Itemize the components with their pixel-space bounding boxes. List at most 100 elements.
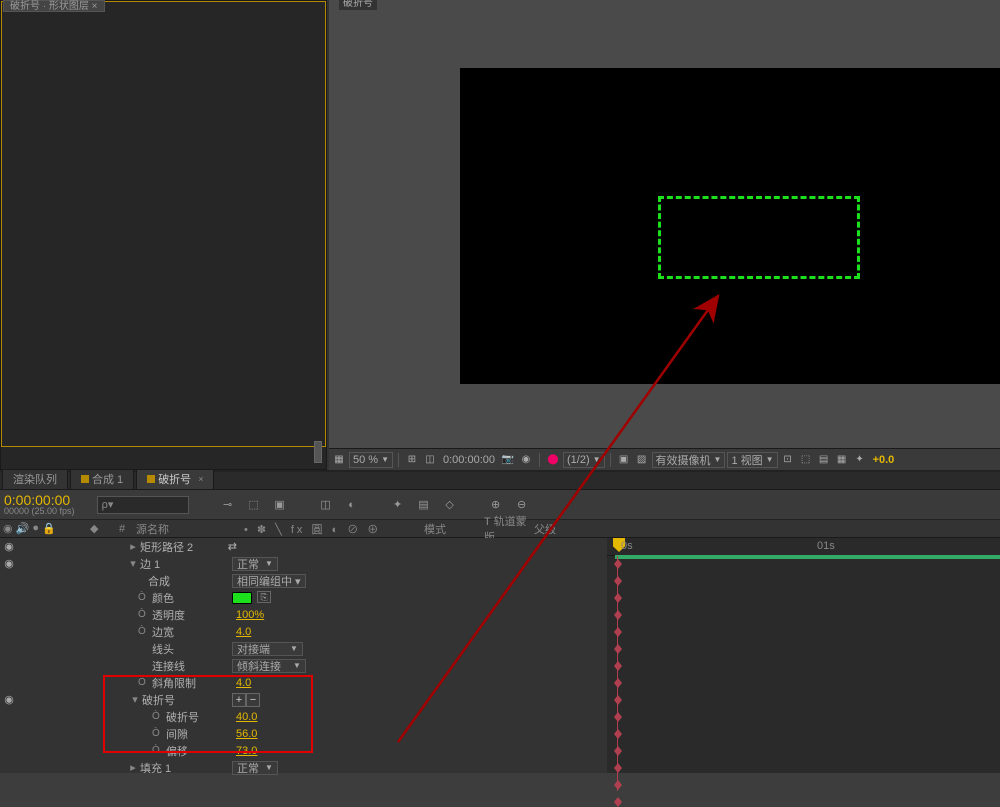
switches-column[interactable]: • ✽ ╲ fx 圓 ◐ ⊘ ⊕ bbox=[242, 521, 424, 537]
transparency-grid-icon[interactable]: ▨ bbox=[634, 452, 650, 468]
ruler-icon[interactable]: ⊞ bbox=[404, 452, 420, 468]
name-column[interactable]: 源名称 bbox=[132, 521, 242, 537]
dashed-stroke-shape[interactable] bbox=[658, 196, 860, 279]
keyframe-marker[interactable] bbox=[614, 780, 622, 790]
prop-stroke1[interactable]: ◉▾ 边 1 正常▼ bbox=[0, 555, 607, 572]
keyframe-marker[interactable] bbox=[614, 644, 622, 654]
flowchart-icon[interactable]: ▦ bbox=[834, 452, 850, 468]
audio-column-icon[interactable]: 🔊 bbox=[16, 522, 30, 535]
panel-resize-handle[interactable] bbox=[314, 441, 322, 463]
line-cap-dropdown[interactable]: 对接端▼ bbox=[232, 642, 303, 656]
search-input[interactable]: ρ▾ bbox=[97, 496, 189, 514]
timeline-icon[interactable]: ▤ bbox=[816, 452, 832, 468]
keyframe-marker[interactable] bbox=[614, 610, 622, 620]
composite-dropdown[interactable]: 相同编组中 ▾ bbox=[232, 574, 306, 588]
mode-column[interactable]: 模式 bbox=[424, 521, 484, 537]
prop-color[interactable]: Ò 颜色 ⎘ bbox=[0, 589, 607, 606]
prop-line-join[interactable]: 连接线 倾斜连接▼ bbox=[0, 657, 607, 674]
stopwatch-icon[interactable]: Ò bbox=[138, 609, 152, 620]
prop-line-cap[interactable]: 线头 对接端▼ bbox=[0, 640, 607, 657]
keyframe-marker[interactable] bbox=[614, 559, 622, 569]
work-area-bar[interactable] bbox=[615, 555, 1000, 559]
view-layout-dropdown[interactable]: 1 视图▼ bbox=[727, 452, 777, 468]
keyframe-marker[interactable] bbox=[614, 661, 622, 671]
keyframe-marker[interactable] bbox=[614, 593, 622, 603]
stopwatch-icon[interactable]: Ò bbox=[152, 745, 166, 756]
stopwatch-icon[interactable]: Ò bbox=[138, 626, 152, 637]
reset-exposure-icon[interactable]: ✦ bbox=[852, 452, 868, 468]
resolution-dropdown[interactable]: (1/2)▼ bbox=[563, 452, 605, 468]
mask-icon[interactable]: ◫ bbox=[422, 452, 438, 468]
camera-dropdown[interactable]: 有效摄像机▼ bbox=[652, 452, 726, 468]
number-column[interactable]: # bbox=[112, 523, 132, 535]
keyframe-marker[interactable] bbox=[614, 695, 622, 705]
exposure-value[interactable]: +0.0 bbox=[870, 454, 898, 466]
preview-timecode[interactable]: 0:00:00:00 bbox=[440, 454, 498, 466]
auto-keyframe-icon[interactable]: ◇ bbox=[441, 496, 459, 514]
pixel-aspect-icon[interactable]: ⊡ bbox=[780, 452, 796, 468]
graph-editor-icon[interactable]: ▤ bbox=[415, 496, 433, 514]
stroke-width-value[interactable]: 4.0 bbox=[236, 626, 251, 638]
effects-panel-tab[interactable]: 破折号 · 形状图层 × bbox=[3, 0, 105, 12]
stopwatch-icon[interactable]: Ò bbox=[138, 592, 152, 603]
keyframe-marker[interactable] bbox=[614, 763, 622, 773]
prop-offset[interactable]: Ò 偏移 73.0 bbox=[0, 742, 607, 759]
eyedropper-icon[interactable]: ⎘ bbox=[257, 591, 271, 603]
prop-opacity[interactable]: Ò 透明度 100% bbox=[0, 606, 607, 623]
expand-icon[interactable]: ⊕ bbox=[487, 496, 505, 514]
solo-column-icon[interactable]: ● bbox=[32, 522, 39, 535]
current-timecode[interactable]: 0:00:00:00 bbox=[4, 493, 75, 507]
zoom-dropdown[interactable]: 50 %▼ bbox=[349, 452, 393, 468]
dash-remove-button[interactable]: − bbox=[246, 693, 260, 707]
stopwatch-icon[interactable]: Ò bbox=[152, 711, 166, 722]
label-column-icon[interactable]: ◆ bbox=[90, 523, 98, 535]
keyframe-marker[interactable] bbox=[614, 627, 622, 637]
visibility-column-icon[interactable]: ◉ bbox=[3, 522, 13, 535]
region-icon[interactable]: ▣ bbox=[616, 452, 632, 468]
composition-tab[interactable]: 破折号 bbox=[339, 0, 377, 10]
prop-rect-path[interactable]: ◉▸ 矩形路径 2 ⇄ bbox=[0, 538, 607, 555]
prop-gap[interactable]: Ò 间隙 56.0 bbox=[0, 725, 607, 742]
prop-miter-limit[interactable]: Ò 斜角限制 4.0 bbox=[0, 674, 607, 691]
keyframe-marker[interactable] bbox=[614, 797, 622, 807]
keyframe-marker[interactable] bbox=[614, 712, 622, 722]
line-join-dropdown[interactable]: 倾斜连接▼ bbox=[232, 659, 306, 673]
stopwatch-icon[interactable]: Ò bbox=[152, 728, 166, 739]
composition-mini-flowchart-icon[interactable]: ⊸ bbox=[219, 496, 237, 514]
stopwatch-icon[interactable]: Ò bbox=[138, 677, 152, 688]
brainstorm-icon[interactable]: ✦ bbox=[389, 496, 407, 514]
keyframe-marker[interactable] bbox=[614, 576, 622, 586]
prop-composite[interactable]: 合成 相同编组中 ▾ bbox=[0, 572, 607, 589]
tab-comp1[interactable]: 合成 1 bbox=[70, 468, 134, 489]
show-snapshot-icon[interactable]: ◉ bbox=[518, 452, 534, 468]
color-channel-icon[interactable]: ⬤ bbox=[545, 452, 561, 468]
tab-active-comp[interactable]: 破折号× bbox=[136, 468, 214, 489]
prop-stroke-width[interactable]: Ò 边宽 4.0 bbox=[0, 623, 607, 640]
hide-shy-icon[interactable]: ▣ bbox=[271, 496, 289, 514]
prop-dash[interactable]: Ò 破折号 40.0 bbox=[0, 708, 607, 725]
grid-icon[interactable]: ▦ bbox=[331, 452, 347, 468]
stroke-mode-dropdown[interactable]: 正常▼ bbox=[232, 557, 278, 571]
dash-value[interactable]: 40.0 bbox=[236, 711, 257, 723]
opacity-value[interactable]: 100% bbox=[236, 609, 264, 621]
miter-limit-value[interactable]: 4.0 bbox=[236, 677, 251, 689]
lock-column-icon[interactable]: 🔒 bbox=[42, 522, 56, 535]
draft3d-icon[interactable]: ⬚ bbox=[245, 496, 263, 514]
timeline-tracks[interactable]: 0s 01s 02s /*rows background*/ bbox=[607, 538, 1000, 773]
frame-blend-icon[interactable]: ◫ bbox=[317, 496, 335, 514]
prop-dash-group[interactable]: ◉▾ 破折号 +− bbox=[0, 691, 607, 708]
keyframe-marker[interactable] bbox=[614, 678, 622, 688]
snapshot-icon[interactable]: 📷 bbox=[500, 452, 516, 468]
fill-mode-dropdown[interactable]: 正常▼ bbox=[232, 761, 278, 774]
time-ruler[interactable]: 0s 01s 02s bbox=[607, 538, 1000, 556]
dash-add-button[interactable]: + bbox=[232, 693, 246, 707]
color-swatch[interactable] bbox=[232, 592, 252, 604]
offset-value[interactable]: 73.0 bbox=[236, 745, 257, 757]
motion-blur-icon[interactable]: ◐ bbox=[343, 496, 361, 514]
composition-preview[interactable] bbox=[460, 68, 1000, 384]
collapse-icon[interactable]: ⊖ bbox=[513, 496, 531, 514]
keyframe-marker[interactable] bbox=[614, 729, 622, 739]
keyframe-marker[interactable] bbox=[614, 746, 622, 756]
parent-column[interactable]: 父级 bbox=[534, 521, 584, 537]
fast-preview-icon[interactable]: ⬚ bbox=[798, 452, 814, 468]
